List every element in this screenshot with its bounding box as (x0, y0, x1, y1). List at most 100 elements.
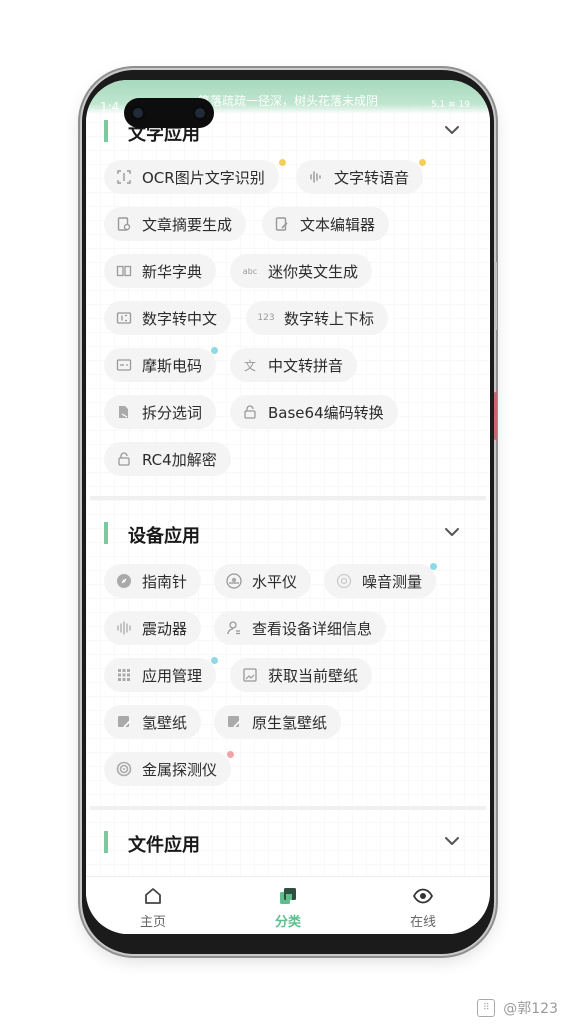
camera-lens-icon (192, 105, 208, 121)
chip-ocr[interactable]: OCR图片文字识别 (104, 160, 279, 194)
translate-icon: 文 (243, 358, 256, 373)
chip-label: 文字转语音 (334, 168, 410, 187)
document-search-icon (116, 216, 132, 232)
chip-label: OCR图片文字识别 (142, 168, 265, 187)
watermark-logo-icon: ⠿ (477, 999, 496, 1017)
chip-native-hydrogen-wallpaper[interactable]: 原生氢壁纸 (214, 705, 342, 739)
chip-label: 震动器 (142, 619, 188, 638)
status-icons: 5.1 ≋ 19 (430, 100, 470, 110)
power-button (494, 392, 497, 440)
vibration-icon (116, 620, 132, 636)
chip-hydrogen-wallpaper[interactable]: 氢壁纸 (104, 705, 202, 739)
bottom-nav: 主页 分类 在线 (86, 876, 490, 934)
chip-number-to-chinese[interactable]: 数字转中文 (104, 301, 232, 335)
lock-icon (116, 451, 132, 467)
chip-text-to-speech[interactable]: 文字转语音 (296, 160, 424, 194)
new-badge-dot (419, 159, 426, 166)
chevron-down-icon[interactable] (440, 118, 464, 142)
chip-number-superscript[interactable]: 123 数字转上下标 (246, 301, 389, 335)
watermark-text: @郭123 (503, 1001, 558, 1017)
chip-compass[interactable]: 指南针 (104, 564, 202, 598)
voice-wave-icon (308, 169, 324, 185)
chip-xinhua-dictionary[interactable]: 新华字典 (104, 254, 217, 288)
chip-label: 数字转上下标 (284, 309, 375, 328)
chip-base64[interactable]: Base64编码转换 (230, 395, 398, 429)
chip-level[interactable]: 水平仪 (214, 564, 312, 598)
chip-label: 查看设备详细信息 (252, 619, 373, 638)
category-icon (280, 888, 296, 904)
chip-vibrator[interactable]: 震动器 (104, 611, 202, 645)
nav-category[interactable]: 分类 (221, 877, 355, 934)
camera-cutout (124, 98, 214, 128)
chip-label: Base64编码转换 (268, 403, 384, 422)
chip-label: 新华字典 (142, 262, 203, 281)
level-icon (226, 573, 242, 589)
camera-lens-icon (130, 105, 146, 121)
number-box-icon (116, 310, 132, 326)
chip-label: 获取当前壁纸 (268, 666, 359, 685)
nav-label: 在线 (409, 915, 436, 930)
abc-icon: abc (242, 266, 258, 276)
chip-split-words[interactable]: 拆分选词 (104, 395, 217, 429)
grid-apps-icon (116, 667, 132, 683)
wallpaper-edit-icon (226, 714, 242, 730)
chip-label: 摩斯电码 (142, 356, 203, 375)
chip-label: 拆分选词 (142, 403, 203, 422)
edit-document-icon (274, 216, 290, 232)
wallpaper-edit-icon (116, 714, 132, 730)
123-icon: 123 (257, 313, 275, 323)
new-badge-dot (211, 347, 218, 354)
chip-label: 噪音测量 (362, 572, 423, 591)
chip-article-summary[interactable]: 文章摘要生成 (104, 207, 247, 241)
chip-label: 金属探测仪 (142, 760, 218, 779)
chip-rc4[interactable]: RC4加解密 (104, 442, 231, 476)
ocr-icon (116, 169, 132, 185)
category-content[interactable]: 文字应用 OCR图片文字识别 文字转语音 文章摘要生成 文本编辑器 新华字典 a… (86, 80, 490, 876)
chip-label: 中文转拼音 (268, 356, 344, 375)
nav-label: 主页 (139, 915, 166, 930)
chip-mini-english[interactable]: abc 迷你英文生成 (230, 254, 373, 288)
chip-label: 水平仪 (252, 572, 298, 591)
new-badge-dot (279, 159, 286, 166)
device-info-icon (226, 620, 242, 636)
chip-label: RC4加解密 (142, 450, 217, 469)
nav-label: 分类 (274, 915, 301, 930)
chip-label: 氢壁纸 (142, 713, 188, 732)
compass-icon (116, 573, 132, 589)
section-header-device-apps[interactable]: 设备应用 (86, 520, 490, 550)
chevron-down-icon[interactable] (440, 829, 464, 853)
chip-noise-meter[interactable]: 噪音测量 (324, 564, 437, 598)
chip-text-editor[interactable]: 文本编辑器 (262, 207, 390, 241)
chevron-down-icon[interactable] (440, 520, 464, 544)
radar-icon (116, 761, 132, 777)
section-divider (90, 496, 486, 500)
section-title: 文件应用 (128, 835, 200, 856)
section-title: 设备应用 (128, 526, 200, 547)
chip-label: 迷你英文生成 (268, 262, 359, 281)
nav-home[interactable]: 主页 (86, 877, 220, 934)
chip-chinese-to-pinyin[interactable]: 文 中文转拼音 (230, 348, 358, 382)
chip-app-manager[interactable]: 应用管理 (104, 658, 217, 692)
chip-morse-code[interactable]: 摩斯电码 (104, 348, 217, 382)
new-badge-dot (430, 563, 437, 570)
section-accent-bar (104, 522, 108, 544)
chip-label: 数字转中文 (142, 309, 218, 328)
morse-icon (116, 357, 132, 373)
chip-get-wallpaper[interactable]: 获取当前壁纸 (230, 658, 373, 692)
nav-online[interactable]: 在线 (356, 877, 490, 934)
new-badge-dot (227, 751, 234, 758)
phone-screen: 1:4 篱落疏疏一径深，树头花落未成阴 5.1 ≋ 19 文字应用 OCR图片文… (86, 80, 490, 934)
chip-metal-detector[interactable]: 金属探测仪 (104, 752, 232, 786)
chip-label: 指南针 (142, 572, 188, 591)
new-badge-dot (211, 657, 218, 664)
watermark: ⠿ @郭123 (477, 998, 558, 1018)
lock-icon (242, 404, 258, 420)
chip-label: 原生氢壁纸 (252, 713, 328, 732)
section-header-file-apps[interactable]: 文件应用 (86, 829, 490, 859)
chip-label: 应用管理 (142, 666, 203, 685)
eye-icon (412, 888, 434, 904)
section-divider (90, 806, 486, 810)
wallpaper-icon (242, 667, 258, 683)
chip-device-info[interactable]: 查看设备详细信息 (214, 611, 387, 645)
home-icon (145, 888, 161, 904)
